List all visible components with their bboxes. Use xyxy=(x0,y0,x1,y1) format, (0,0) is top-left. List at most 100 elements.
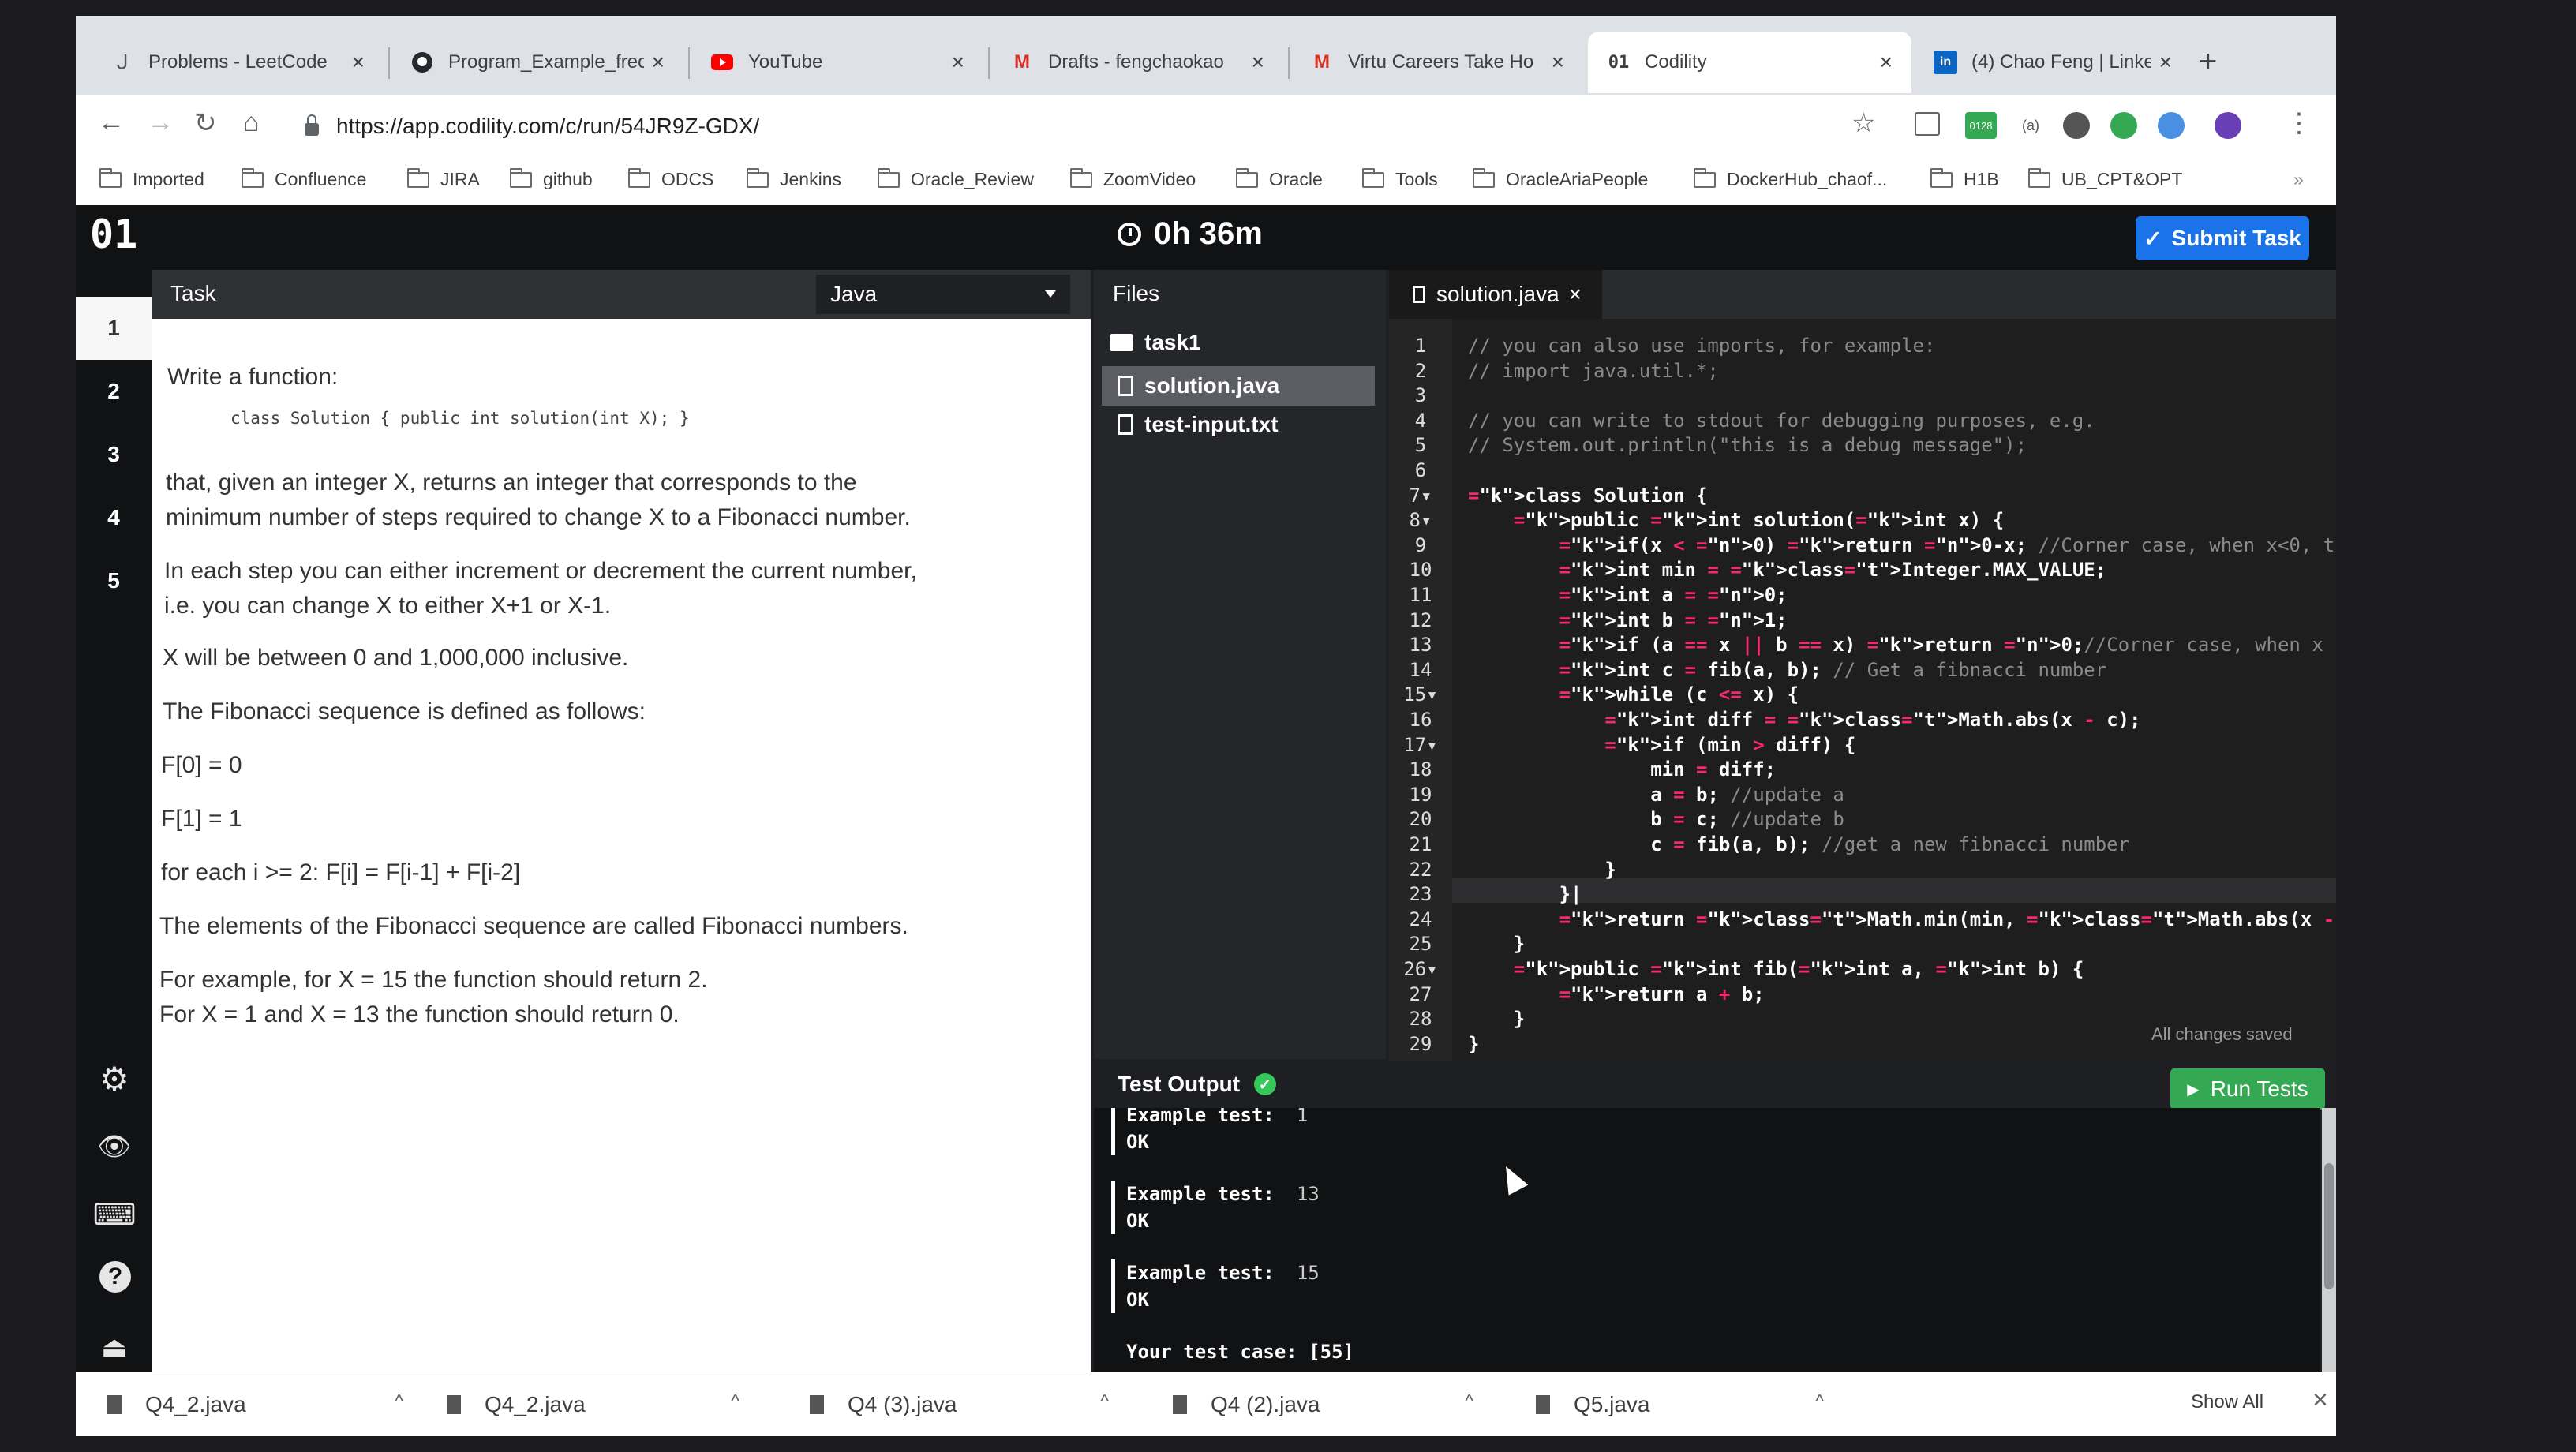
run-tests-button[interactable]: ▶ Run Tests xyxy=(2170,1068,2325,1110)
code-line[interactable]: ="k">int diff = ="k">class="t">Math.abs(… xyxy=(1468,707,2140,732)
view-icon[interactable]: 👁 xyxy=(95,1127,134,1166)
code-line[interactable]: // you can also use imports, for example… xyxy=(1468,333,1935,358)
submit-task-button[interactable]: ✓ Submit Task xyxy=(2136,216,2309,260)
menu-icon[interactable]: ⋮ xyxy=(2286,107,2312,139)
close-icon[interactable]: × xyxy=(2159,50,2172,75)
close-icon[interactable]: × xyxy=(952,50,964,75)
code-line[interactable]: // System.out.println("this is a debug m… xyxy=(1468,432,2027,458)
bookmark-star-icon[interactable]: ☆ xyxy=(1852,107,1875,139)
close-icon[interactable]: × xyxy=(2312,1385,2328,1416)
task-number-1[interactable]: 1 xyxy=(76,297,152,360)
extension-badge-icon[interactable]: 0128 xyxy=(1965,112,1997,139)
bookmark-zoomvideo[interactable]: ZoomVideo xyxy=(1070,167,1196,190)
bookmark-oracle[interactable]: Oracle xyxy=(1236,167,1323,190)
extension-circle-icon[interactable] xyxy=(2063,112,2090,139)
settings-icon[interactable]: ⚙ xyxy=(95,1059,134,1098)
bookmark-tools[interactable]: Tools xyxy=(1362,167,1438,190)
home-icon[interactable]: ⌂ xyxy=(243,107,260,138)
code-line[interactable]: }| xyxy=(1468,881,1582,907)
code-line[interactable]: ="k">public ="k">int solution(="k">int x… xyxy=(1468,507,2004,533)
chevron-up-icon[interactable]: ^ xyxy=(731,1391,739,1413)
code-line[interactable]: ="k">int c = fib(a, b); // Get a fibnacc… xyxy=(1468,657,2107,683)
code-line[interactable]: } xyxy=(1468,931,1525,956)
language-select[interactable]: Java xyxy=(816,275,1070,314)
profile-avatar[interactable] xyxy=(2215,112,2241,139)
close-icon[interactable]: × xyxy=(352,50,365,75)
url-input[interactable]: https://app.codility.com/c/run/54JR9Z-GD… xyxy=(305,106,1883,147)
new-tab-button[interactable]: + xyxy=(2199,44,2217,80)
code-line[interactable]: // you can write to stdout for debugging… xyxy=(1468,408,2095,433)
browser-tab-gmail-virtu[interactable]: M Virtu Careers Take Ho × xyxy=(1291,32,1583,93)
close-icon[interactable]: × xyxy=(1252,50,1264,75)
reading-list-icon[interactable] xyxy=(1915,112,1940,136)
bookmark-confluence[interactable]: Confluence xyxy=(242,167,366,190)
code-line[interactable]: a = b; //update a xyxy=(1468,782,1844,807)
exit-icon[interactable]: ⏏ xyxy=(95,1327,134,1367)
browser-tab-github[interactable]: Program_Example_frec × xyxy=(391,32,683,93)
bookmark-oracle-review[interactable]: Oracle_Review xyxy=(878,167,1034,190)
chevron-up-icon[interactable]: ^ xyxy=(1465,1391,1473,1413)
browser-tab-codility[interactable]: 01 Codility × xyxy=(1588,32,1911,93)
code-line[interactable]: ="k">if (min > diff) { xyxy=(1468,732,1855,758)
download-item[interactable]: Q4 (2).java ^ xyxy=(1173,1372,1488,1436)
code-line[interactable]: } xyxy=(1468,857,1616,882)
close-icon[interactable]: × xyxy=(1552,50,1564,75)
code-line[interactable]: c = fib(a, b); //get a new fibnacci numb… xyxy=(1468,832,2129,857)
code-line[interactable]: ="k">return a + b; xyxy=(1468,982,1765,1007)
editor-tab-solution[interactable]: solution.java × xyxy=(1389,270,1602,319)
show-all-button[interactable]: Show All xyxy=(2191,1391,2263,1413)
chevron-up-icon[interactable]: ^ xyxy=(1100,1391,1109,1413)
task-number-5[interactable]: 5 xyxy=(76,549,152,612)
download-item[interactable]: Q4_2.java ^ xyxy=(447,1372,762,1436)
download-item[interactable]: Q5.java ^ xyxy=(1536,1372,1852,1436)
extension-search-icon[interactable] xyxy=(2158,112,2185,139)
file-solution-java[interactable]: solution.java xyxy=(1102,366,1375,406)
code-line[interactable]: ="k">if(x < ="n">0) ="k">return ="n">0-x… xyxy=(1468,533,2336,558)
code-line[interactable]: ="k">if (a == x || b == x) ="k">return =… xyxy=(1468,632,2336,657)
chevron-up-icon[interactable]: ^ xyxy=(395,1391,403,1413)
bookmark-github[interactable]: github xyxy=(510,167,593,190)
scrollbar-thumb[interactable] xyxy=(2324,1163,2334,1289)
browser-tab-leetcode[interactable]: ᒍ Problems - LeetCode × xyxy=(92,32,384,93)
code-line[interactable]: ="k">return ="k">class="t">Math.min(min,… xyxy=(1468,907,2336,932)
code-line[interactable]: } xyxy=(1468,1031,1479,1057)
code-line[interactable]: b = c; //update b xyxy=(1468,806,1844,832)
folder-task1[interactable]: task1 xyxy=(1110,330,1201,355)
code-line[interactable]: min = diff; xyxy=(1468,757,1776,782)
close-icon[interactable]: × xyxy=(1569,282,1582,307)
bookmark-jira[interactable]: JIRA xyxy=(407,167,480,190)
more-bookmarks-icon[interactable]: » xyxy=(2293,169,2304,190)
code-editor[interactable]: 1 2 3 4 5 6 7▾ 8▾ 9 10 11 12 13 14 15▾ 16 17▾ 18 19 20 21 22 2… xyxy=(1389,319,2336,1061)
reload-icon[interactable]: ↻ xyxy=(194,107,217,139)
download-item[interactable]: Q4 (3).java ^ xyxy=(810,1372,1125,1436)
browser-tab-gmail-drafts[interactable]: M Drafts - fengchaokao × xyxy=(991,32,1283,93)
close-icon[interactable]: × xyxy=(652,50,665,75)
bookmark-dockerhub[interactable]: DockerHub_chaof... xyxy=(1694,167,1887,190)
browser-tab-linkedin[interactable]: in (4) Chao Feng | Linkec × xyxy=(1915,32,2191,93)
extension-green-icon[interactable] xyxy=(2110,112,2137,139)
code-line[interactable]: } xyxy=(1468,1006,1525,1031)
help-icon[interactable]: ? xyxy=(99,1261,131,1293)
code-line[interactable]: ="k">while (c <= x) { xyxy=(1468,682,1799,707)
task-number-3[interactable]: 3 xyxy=(76,423,152,486)
extension-icon[interactable]: (a) xyxy=(2017,112,2044,139)
download-item[interactable]: Q4_2.java ^ xyxy=(107,1372,423,1436)
code-line[interactable]: ="k">public ="k">int fib(="k">int a, ="k… xyxy=(1468,956,2084,982)
browser-tab-youtube[interactable]: YouTube × xyxy=(691,32,983,93)
task-number-2[interactable]: 2 xyxy=(76,360,152,423)
forward-icon[interactable]: → xyxy=(147,107,174,138)
code-line[interactable]: ="k">class Solution { xyxy=(1468,483,1707,508)
output-scrollbar[interactable] xyxy=(2322,1108,2336,1372)
bookmark-jenkins[interactable]: Jenkins xyxy=(747,167,841,190)
back-icon[interactable]: ← xyxy=(98,107,125,138)
bookmark-ub-cpt-opt[interactable]: UB_CPT&OPT xyxy=(2028,167,2182,190)
code-line[interactable]: // import java.util.*; xyxy=(1468,358,1719,384)
bookmark-imported[interactable]: Imported xyxy=(99,167,204,190)
bookmark-oracle-aria-people[interactable]: OracleAriaPeople xyxy=(1473,167,1648,190)
code-line[interactable]: ="k">int b = ="n">1; xyxy=(1468,608,1788,633)
code-line[interactable]: ="k">int min = ="k">class="t">Integer.MA… xyxy=(1468,557,2107,582)
bookmark-h1b[interactable]: H1B xyxy=(1930,167,1999,190)
code-line[interactable]: ="k">int a = ="n">0; xyxy=(1468,582,1788,608)
task-number-4[interactable]: 4 xyxy=(76,486,152,549)
keyboard-icon[interactable]: ⌨ xyxy=(93,1195,137,1234)
